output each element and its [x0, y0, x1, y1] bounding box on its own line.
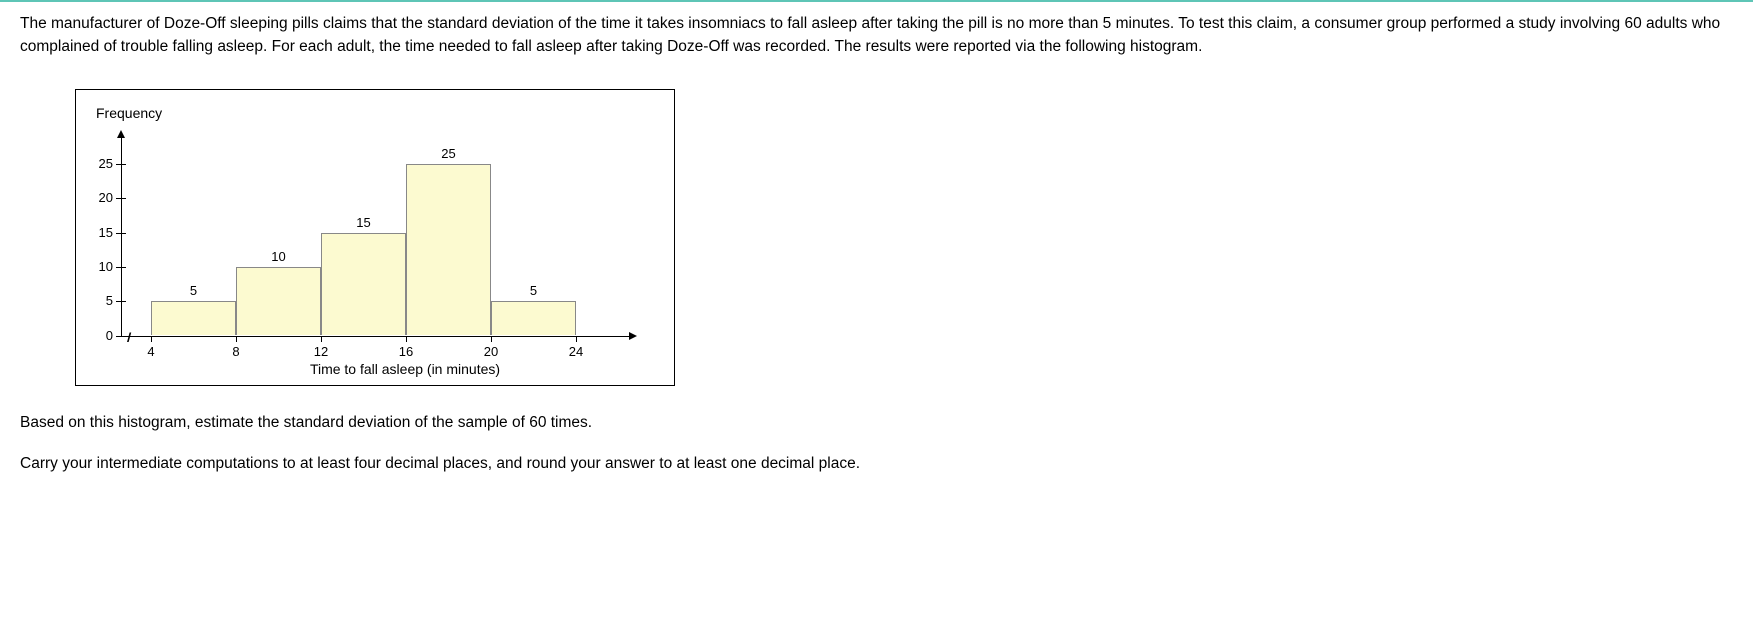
x-tick-label: 8: [232, 344, 239, 359]
y-tick-label: 15: [91, 225, 113, 240]
y-tick-label: 5: [91, 293, 113, 308]
x-tick-label: 20: [484, 344, 498, 359]
histogram-bar: [236, 267, 321, 336]
y-axis-label: Frequency: [96, 105, 659, 121]
x-tick-label: 12: [314, 344, 328, 359]
histogram-bar: [321, 233, 406, 336]
histogram-bar: [491, 301, 576, 335]
bar-value-label: 15: [356, 215, 370, 230]
y-tick-label: 25: [91, 156, 113, 171]
problem-statement: The manufacturer of Doze-Off sleeping pi…: [20, 12, 1733, 59]
x-tick-label: 24: [569, 344, 583, 359]
instruction-text: Carry your intermediate computations to …: [20, 452, 1733, 475]
x-tick-label: 16: [399, 344, 413, 359]
x-axis-label: Time to fall asleep (in minutes): [151, 361, 659, 377]
histogram-figure: Frequency //0510152025481216202451015255…: [75, 89, 675, 386]
y-tick-label: 20: [91, 190, 113, 205]
bar-value-label: 10: [271, 249, 285, 264]
bar-value-label: 5: [530, 283, 537, 298]
x-tick-label: 4: [147, 344, 154, 359]
y-tick-label: 0: [91, 328, 113, 343]
question-text: Based on this histogram, estimate the st…: [20, 411, 1733, 434]
histogram-bar: [406, 164, 491, 335]
y-tick-label: 10: [91, 259, 113, 274]
histogram-bar: [151, 301, 236, 335]
bar-value-label: 25: [441, 146, 455, 161]
bar-value-label: 5: [190, 283, 197, 298]
